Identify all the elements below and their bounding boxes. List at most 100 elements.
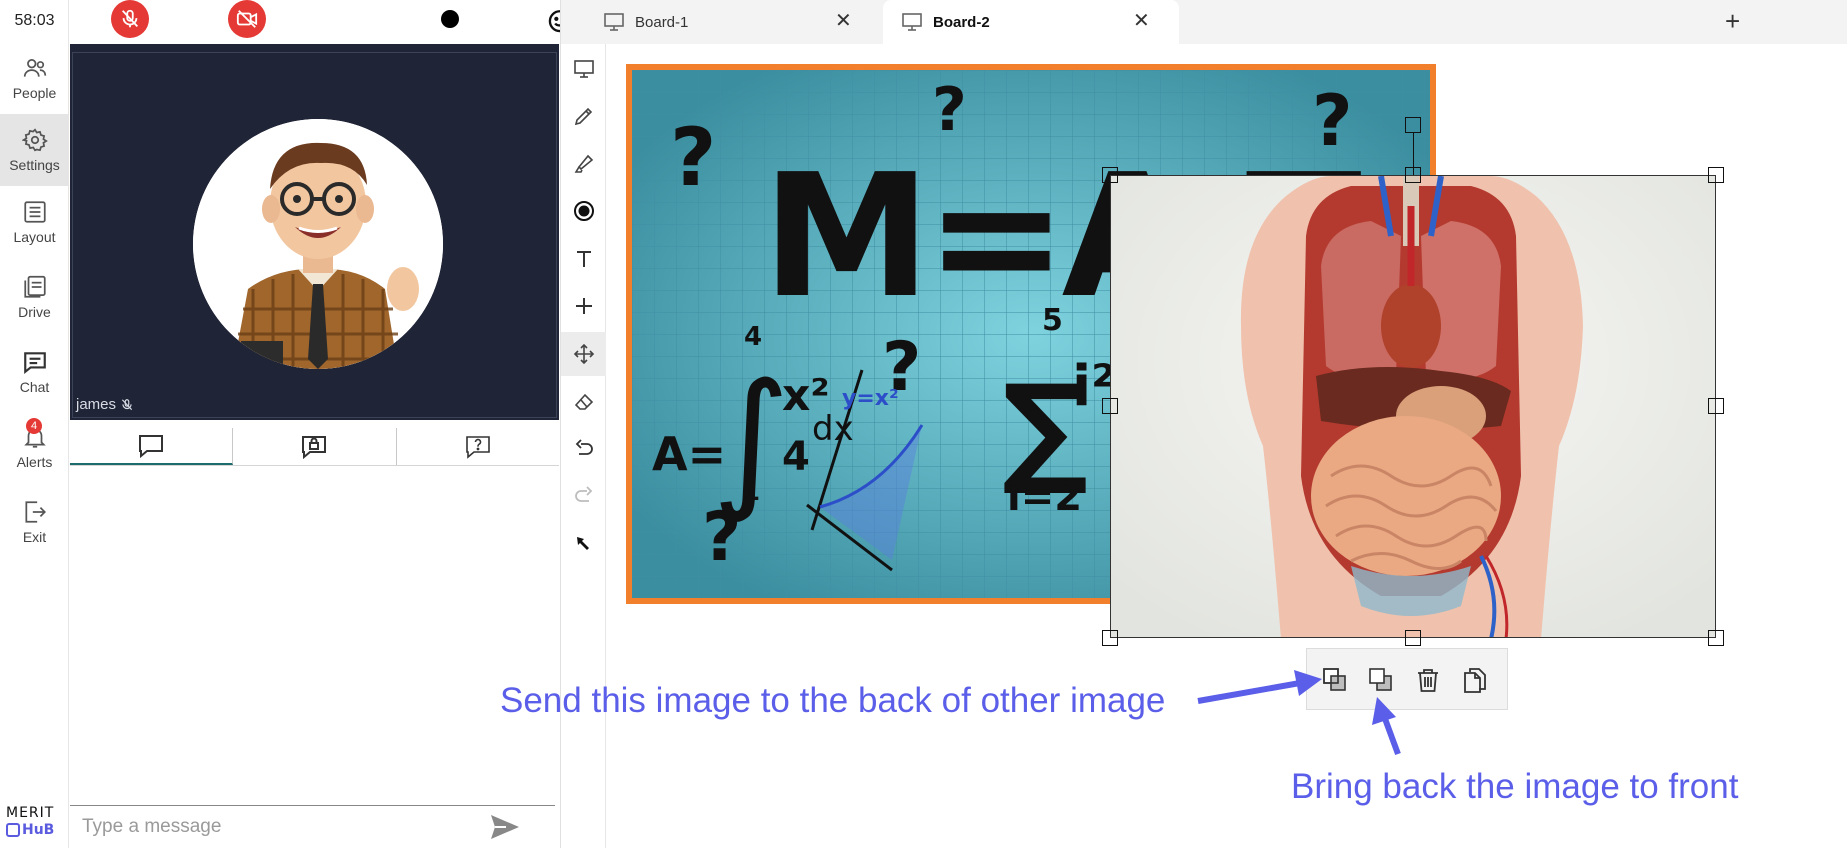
tab-label: Board-2 (933, 13, 990, 31)
whiteboard-toolbar (561, 44, 606, 848)
chat-message-input[interactable] (82, 812, 482, 842)
nav-item-chat[interactable]: Chat (0, 336, 69, 408)
redo-icon (574, 486, 592, 502)
nav-label-drive: Drive (18, 304, 51, 320)
exit-icon (24, 501, 46, 523)
tab-label: Board-1 (635, 13, 689, 31)
participant-name: james (76, 396, 117, 413)
tab-public-chat[interactable] (70, 428, 234, 465)
duplicate-image-button[interactable] (1459, 664, 1491, 696)
nav-label-settings: Settings (9, 157, 60, 173)
video-tile[interactable]: james (70, 44, 559, 420)
tool-redo[interactable] (561, 474, 606, 518)
tool-add[interactable] (561, 284, 606, 328)
resize-handle-right[interactable] (1708, 398, 1724, 414)
resize-handle-bottom-right[interactable] (1708, 630, 1724, 646)
mic-toggle-button[interactable] (111, 0, 149, 38)
annotation-bring-front: Bring back the image to front (1291, 767, 1739, 806)
chat-bubble-icon (139, 434, 164, 458)
svg-text:5: 5 (1042, 303, 1063, 338)
chat-icon (23, 352, 46, 375)
send-icon[interactable] (488, 812, 522, 842)
nav-item-exit[interactable]: Exit (0, 486, 69, 558)
layout-icon (23, 201, 46, 223)
bring-forward-icon (1369, 668, 1392, 691)
drive-icon (23, 275, 46, 298)
tab-private-chat[interactable] (233, 428, 397, 465)
rotate-handle[interactable] (1405, 117, 1421, 133)
mic-off-icon (121, 398, 133, 410)
send-backward-icon (1323, 668, 1346, 691)
duplicate-icon (1464, 668, 1486, 693)
logo-line1: MERIT (6, 805, 55, 821)
logo-line2: HuB (6, 821, 64, 839)
tool-shape[interactable] (561, 189, 606, 233)
close-icon[interactable]: ✕ (835, 8, 852, 33)
nav-item-alerts[interactable]: 4 Alerts (0, 411, 69, 483)
private-chat-icon (302, 435, 327, 459)
tab-board-1[interactable]: Board-1 ✕ (603, 0, 853, 44)
gear-icon (21, 128, 48, 152)
tool-presentation[interactable] (561, 47, 606, 91)
tool-undo[interactable] (561, 427, 606, 471)
svg-text:4: 4 (744, 322, 762, 352)
whiteboard-icon (902, 13, 922, 31)
delete-image-button[interactable] (1412, 664, 1444, 696)
resize-handle-top[interactable] (1405, 167, 1421, 183)
tool-move[interactable] (561, 332, 606, 376)
chat-tabs (70, 428, 559, 466)
text-icon (576, 251, 591, 267)
close-icon[interactable]: ✕ (1133, 8, 1150, 33)
presentation-icon (573, 60, 594, 78)
trash-icon (1418, 669, 1438, 692)
session-timer: 58:03 (14, 12, 55, 29)
resize-handle-bottom[interactable] (1405, 630, 1421, 646)
record-icon[interactable] (441, 10, 459, 28)
resize-handle-bottom-left[interactable] (1102, 630, 1118, 646)
logo-line2-text: HuB (22, 822, 55, 838)
send-backward-button[interactable] (1319, 664, 1351, 696)
undo-icon (575, 439, 593, 455)
tool-pointer[interactable] (561, 522, 606, 566)
camera-toggle-button[interactable] (228, 0, 266, 38)
tool-text[interactable] (561, 237, 606, 281)
participant-avatar (193, 119, 443, 369)
nav-item-drive[interactable]: Drive (0, 261, 69, 333)
svg-text:?: ? (670, 111, 716, 204)
svg-text:4: 4 (782, 434, 810, 480)
question-icon (466, 435, 490, 459)
camera-off-icon (236, 10, 258, 28)
anatomy-graphic (1111, 176, 1715, 637)
pencil-icon (574, 107, 592, 126)
resize-handle-top-right[interactable] (1708, 167, 1724, 183)
svg-text:y=x²: y=x² (842, 386, 899, 411)
move-icon (573, 343, 594, 365)
people-icon (23, 59, 46, 77)
nav-label-people: People (12, 85, 57, 101)
tool-eraser[interactable] (561, 379, 606, 423)
bring-forward-button[interactable] (1365, 664, 1397, 696)
image-context-toolbar (1306, 648, 1508, 710)
add-board-button[interactable]: + (1725, 8, 1740, 34)
participant-name-label: james (76, 396, 134, 413)
nav-item-layout[interactable]: Layout (0, 186, 69, 258)
eraser-icon (574, 393, 593, 410)
nav-label-layout: Layout (13, 229, 56, 245)
tab-board-2[interactable]: Board-2 ✕ (883, 0, 1179, 44)
mic-off-icon (121, 9, 139, 28)
tab-questions[interactable] (397, 428, 559, 465)
tool-highlighter[interactable] (561, 142, 606, 186)
media-controls (69, 0, 574, 42)
resize-handle-top-left[interactable] (1102, 167, 1118, 183)
resize-handle-left[interactable] (1102, 398, 1118, 414)
nav-item-people[interactable]: People (0, 42, 69, 114)
nav-label-exit: Exit (22, 529, 47, 545)
video-frame: james (72, 52, 557, 418)
pointer-icon (576, 537, 589, 550)
alerts-badge: 4 (26, 418, 42, 434)
plus-icon (575, 298, 592, 314)
tool-pencil[interactable] (561, 94, 606, 138)
anatomy-image[interactable] (1110, 175, 1716, 638)
nav-item-settings[interactable]: Settings (0, 114, 69, 186)
left-nav: 58:03 People Settings Layout Drive Chat … (0, 0, 69, 848)
